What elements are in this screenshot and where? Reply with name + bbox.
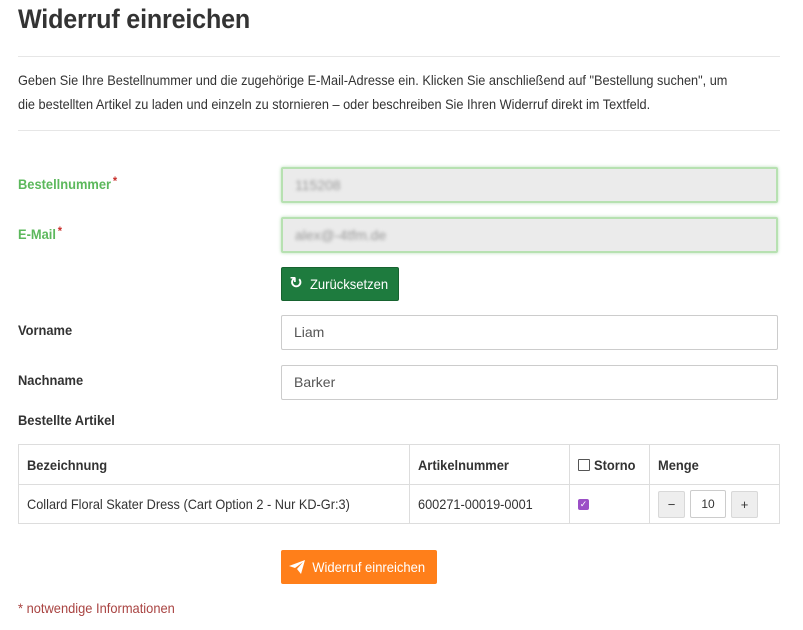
order-number-label: Bestellnummer * (18, 174, 118, 192)
reset-button[interactable]: ↻ Zurücksetzen (281, 267, 399, 301)
header-quantity: Menge (658, 456, 699, 473)
item-cancel-checkbox[interactable]: ✓ (578, 498, 589, 510)
email-label: E-Mail * (18, 224, 63, 242)
intro-text: Geben Sie Ihre Bestellnummer und die zug… (18, 72, 728, 112)
required-mark: * (57, 224, 63, 238)
ordered-items-label: Bestellte Artikel (18, 412, 115, 428)
header-name: Bezeichnung (19, 445, 410, 484)
table-header-row: Bezeichnung Artikelnummer Storno Menge (19, 445, 779, 485)
page-title: Widerruf einreichen (18, 4, 251, 34)
first-name-input[interactable]: Liam (281, 315, 778, 350)
quantity-increase-button[interactable]: + (731, 490, 758, 518)
ordered-items-table: Bezeichnung Artikelnummer Storno Menge C… (18, 444, 780, 524)
required-mark: * (112, 174, 118, 188)
header-article-number: Artikelnummer (410, 445, 570, 484)
item-cancel-cell: ✓ (570, 485, 650, 523)
quantity-input[interactable]: 10 (690, 490, 726, 518)
quantity-decrease-button[interactable]: − (658, 490, 685, 518)
item-quantity-cell: − 10 + (650, 485, 781, 523)
item-name: Collard Floral Skater Dress (Cart Option… (19, 485, 410, 523)
last-name-label: Nachname (18, 372, 84, 388)
item-article-number: 600271-00019-0001 (410, 485, 570, 523)
quantity-stepper: − 10 + (658, 490, 758, 518)
email-input[interactable]: alex@-4tfm.de (281, 217, 778, 253)
required-fields-note: * notwendige Informationen (18, 600, 175, 616)
order-number-input[interactable]: 115208 (281, 167, 778, 203)
last-name-input[interactable]: Barker (281, 365, 778, 400)
select-all-checkbox[interactable] (578, 458, 590, 471)
header-cancel: Storno (570, 445, 650, 484)
submit-withdrawal-button[interactable]: Widerruf einreichen (281, 550, 437, 584)
table-row: Collard Floral Skater Dress (Cart Option… (19, 485, 779, 523)
divider-intro (18, 130, 780, 131)
paper-plane-icon (288, 560, 305, 574)
divider-top (18, 56, 780, 57)
first-name-label: Vorname (18, 322, 73, 338)
refresh-icon: ↻ (289, 275, 303, 292)
